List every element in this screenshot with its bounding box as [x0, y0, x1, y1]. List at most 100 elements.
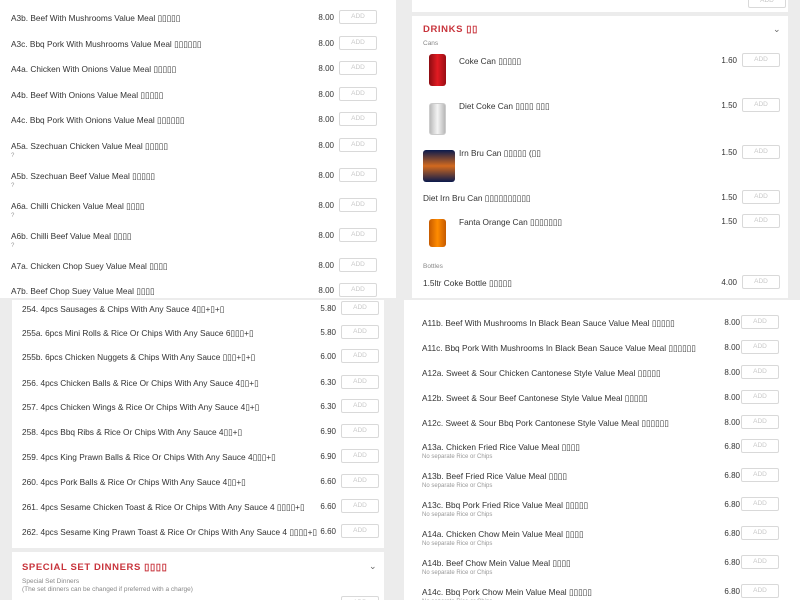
add-button[interactable]: ADD	[339, 112, 377, 126]
menu-panel-value-meals-a: A3b. Beef With Mushrooms Value Meal ▯▯▯▯…	[0, 0, 396, 298]
menu-item-row[interactable]: A14a. Chicken Chow Mein Value Meal ▯▯▯▯ N…	[404, 526, 800, 551]
item-price: 8.00	[724, 318, 740, 327]
item-name: A7b. Beef Chop Suey Value Meal ▯▯▯▯	[11, 286, 155, 296]
add-button[interactable]: ADD	[741, 340, 779, 354]
drink-item-row[interactable]: 1.5ltr Coke Bottle ▯▯▯▯▯ 4.00 ADD	[412, 275, 788, 298]
add-button[interactable]: ADD	[341, 375, 379, 389]
menu-item-row[interactable]: A4b. Beef With Onions Value Meal ▯▯▯▯▯ 8.…	[0, 87, 396, 112]
item-price: 8.00	[318, 201, 334, 210]
add-button[interactable]: ADD	[339, 61, 377, 75]
add-button[interactable]: ADD	[741, 390, 779, 404]
menu-item-row[interactable]: A11b. Beef With Mushrooms In Black Bean …	[404, 315, 800, 340]
kids-meals-card: 254. 4pcs Sausages & Chips With Any Sauc…	[12, 300, 384, 548]
menu-item-row[interactable]: 257. 4pcs Chicken Wings & Rice Or Chips …	[12, 399, 384, 424]
menu-item-row[interactable]: A13c. Bbq Pork Fried Rice Value Meal ▯▯▯…	[404, 497, 800, 522]
menu-item-row[interactable]: A7b. Beef Chop Suey Value Meal ▯▯▯▯ 8.00 A…	[0, 283, 396, 298]
coke-can-image	[429, 54, 446, 86]
add-button[interactable]: ADD	[341, 325, 379, 339]
add-button[interactable]: ADD	[341, 524, 379, 538]
menu-item-row[interactable]: A11c. Bbq Pork With Mushrooms In Black B…	[404, 340, 800, 365]
add-button[interactable]: ADD	[741, 315, 779, 329]
chevron-down-icon[interactable]: ⌄	[369, 561, 377, 572]
menu-item-row[interactable]: A6a. Chilli Chicken Value Meal ▯▯▯▯? 8.00…	[0, 198, 396, 223]
add-button[interactable]: ADD	[339, 228, 377, 242]
menu-panel-value-meals-b: A11b. Beef With Mushrooms In Black Bean …	[404, 300, 800, 600]
item-price: 1.50	[721, 101, 737, 110]
menu-item-row[interactable]: 260. 4pcs Pork Balls & Rice Or Chips Wit…	[12, 474, 384, 499]
add-button[interactable]: ADD	[741, 365, 779, 379]
drink-item-row[interactable]: Irn Bru Can ▯▯▯▯▯ (▯▯ 1.50 ADD	[412, 145, 788, 170]
menu-item-row[interactable]: A12c. Sweet & Sour Bbq Pork Cantonese St…	[404, 415, 800, 440]
add-button[interactable]: ADD	[339, 258, 377, 272]
chevron-down-icon[interactable]: ⌄	[773, 24, 781, 35]
menu-item-row[interactable]: 262. 4pcs Sesame King Prawn Toast & Rice…	[12, 524, 384, 549]
item-name: Irn Bru Can ▯▯▯▯▯ (▯▯	[459, 148, 541, 158]
add-button[interactable]: ADD	[339, 87, 377, 101]
add-button[interactable]: ADD	[741, 468, 779, 482]
menu-item-row[interactable]: A7a. Chicken Chop Suey Value Meal ▯▯▯▯ 8.…	[0, 258, 396, 283]
menu-item-row[interactable]: A5a. Szechuan Chicken Value Meal ▯▯▯▯▯? 8…	[0, 138, 396, 163]
add-button[interactable]: ADD	[742, 145, 780, 159]
menu-item-row[interactable]: A4c. Bbq Pork With Onions Value Meal ▯▯▯…	[0, 112, 396, 137]
item-name: A14c. Bbq Pork Chow Mein Value Meal ▯▯▯▯…	[422, 587, 592, 597]
menu-item-row[interactable]: 259. 4pcs King Prawn Balls & Rice Or Chi…	[12, 449, 384, 474]
menu-item-row[interactable]: A12a. Sweet & Sour Chicken Cantonese Sty…	[404, 365, 800, 390]
drink-item-row[interactable]: Coke Can ▯▯▯▯▯ 1.60 ADD	[412, 53, 788, 78]
section-title: SPECIAL SET DINNERS ▯▯▯▯	[22, 562, 168, 573]
add-button[interactable]: ADD	[341, 474, 379, 488]
add-button[interactable]: ADD	[742, 53, 780, 67]
menu-item-row[interactable]: 256. 4pcs Chicken Balls & Rice Or Chips …	[12, 375, 384, 400]
item-name: Diet Coke Can ▯▯▯▯ ▯▯▯	[459, 101, 550, 111]
item-note: No separate Rice or Chips	[422, 512, 493, 518]
add-button[interactable]: ADD	[741, 555, 779, 569]
add-button[interactable]: ADD	[741, 497, 779, 511]
item-price: 8.00	[318, 64, 334, 73]
menu-item-row[interactable]: A12b. Sweet & Sour Beef Cantonese Style …	[404, 390, 800, 415]
add-button[interactable]: ADD	[341, 399, 379, 413]
add-button[interactable]: ADD	[341, 499, 379, 513]
add-button[interactable]: ADD	[748, 0, 786, 8]
add-button[interactable]: ADD	[341, 424, 379, 438]
add-button[interactable]: ADD	[341, 349, 379, 363]
menu-item-row[interactable]: A14c. Bbq Pork Chow Mein Value Meal ▯▯▯▯…	[404, 584, 800, 600]
menu-item-row[interactable]: 254. 4pcs Sausages & Chips With Any Sauc…	[12, 301, 384, 326]
add-button[interactable]: ADD	[742, 275, 780, 289]
drink-item-row[interactable]: Diet Irn Bru Can ▯▯▯▯▯▯▯▯▯▯ 1.50 ADD	[412, 190, 788, 215]
add-button[interactable]: ADD	[341, 596, 379, 600]
add-button[interactable]: ADD	[339, 10, 377, 24]
add-button[interactable]: ADD	[742, 98, 780, 112]
menu-item-row[interactable]: 255a. 6pcs Mini Rolls & Rice Or Chips Wi…	[12, 325, 384, 350]
menu-item-row[interactable]: 255b. 6pcs Chicken Nuggets & Chips With …	[12, 349, 384, 374]
menu-item-row[interactable]: A13a. Chicken Fried Rice Value Meal ▯▯▯▯…	[404, 439, 800, 464]
add-button[interactable]: ADD	[742, 190, 780, 204]
add-button[interactable]: ADD	[741, 439, 779, 453]
item-name: 261. 4pcs Sesame Chicken Toast & Rice Or…	[22, 502, 305, 512]
add-button[interactable]: ADD	[341, 301, 379, 315]
item-note: ?	[11, 243, 15, 249]
menu-item-row[interactable]: A4a. Chicken With Onions Value Meal ▯▯▯▯…	[0, 61, 396, 86]
add-button[interactable]: ADD	[339, 138, 377, 152]
menu-item-row[interactable]: A6b. Chilli Beef Value Meal ▯▯▯▯? 8.00 ADD	[0, 228, 396, 253]
menu-item-row[interactable]: A14b. Beef Chow Mein Value Meal ▯▯▯▯ No s…	[404, 555, 800, 580]
menu-item-row[interactable]: A5b. Szechuan Beef Value Meal ▯▯▯▯▯? 8.00…	[0, 168, 396, 193]
menu-item-row[interactable]: 258. 4pcs Bbq Ribs & Rice Or Chips With …	[12, 424, 384, 449]
menu-item-row[interactable]: A3b. Beef With Mushrooms Value Meal ▯▯▯▯…	[0, 10, 396, 35]
item-name: A6b. Chilli Beef Value Meal ▯▯▯▯	[11, 231, 132, 241]
add-button[interactable]: ADD	[339, 283, 377, 297]
item-price: 6.90	[320, 427, 336, 436]
add-button[interactable]: ADD	[339, 168, 377, 182]
item-price: 6.60	[320, 477, 336, 486]
add-button[interactable]: ADD	[341, 449, 379, 463]
add-button[interactable]: ADD	[339, 36, 377, 50]
add-button[interactable]: ADD	[742, 214, 780, 228]
drink-item-row[interactable]: Fanta Orange Can ▯▯▯▯▯▯▯ 1.50 ADD	[412, 214, 788, 239]
drink-item-row[interactable]: Diet Coke Can ▯▯▯▯ ▯▯▯ 1.50 ADD	[412, 98, 788, 123]
add-button[interactable]: ADD	[339, 198, 377, 212]
item-name: A13b. Beef Fried Rice Value Meal ▯▯▯▯	[422, 471, 567, 481]
add-button[interactable]: ADD	[741, 584, 779, 598]
menu-item-row[interactable]: A3c. Bbq Pork With Mushrooms Value Meal …	[0, 36, 396, 61]
add-button[interactable]: ADD	[741, 526, 779, 540]
menu-item-row[interactable]: 261. 4pcs Sesame Chicken Toast & Rice Or…	[12, 499, 384, 524]
add-button[interactable]: ADD	[741, 415, 779, 429]
menu-item-row[interactable]: A13b. Beef Fried Rice Value Meal ▯▯▯▯ No …	[404, 468, 800, 493]
